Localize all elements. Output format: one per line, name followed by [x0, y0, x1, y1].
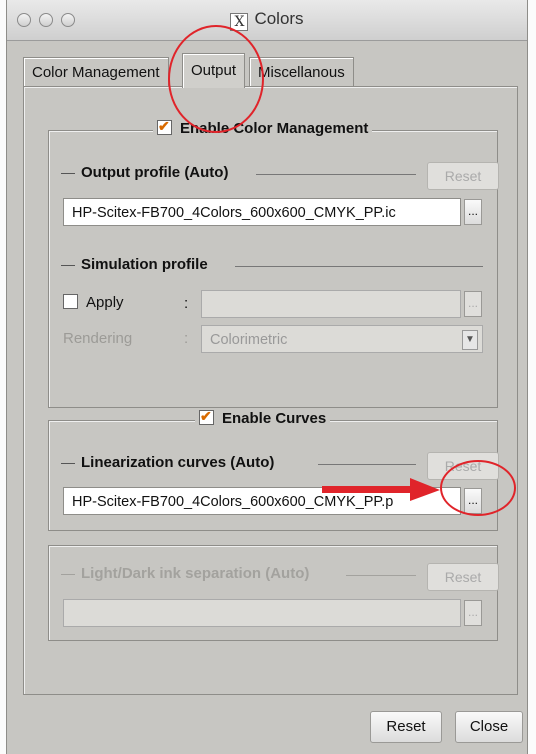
apply-checkbox[interactable]: Apply: [63, 294, 124, 311]
annotation-circle-browse: [440, 460, 516, 516]
output-profile-field[interactable]: HP-Scitex-FB700_4Colors_600x600_CMYK_PP.…: [63, 198, 461, 226]
tab-color-management[interactable]: Color Management: [23, 57, 169, 87]
output-tab-pane: Enable Color Management Output profile (…: [23, 86, 518, 695]
linearization-heading: Linearization curves (Auto): [61, 454, 274, 471]
ink-separation-label: Light/Dark ink separation (Auto): [81, 565, 310, 582]
title-bar: X Colors: [7, 0, 527, 41]
output-profile-reset-button[interactable]: Reset: [427, 162, 499, 190]
enable-color-management-check-icon[interactable]: [157, 118, 172, 135]
colors-dialog: X Colors Color Management Output Miscella…: [6, 0, 528, 754]
ink-separation-field[interactable]: [63, 599, 461, 627]
dropdown-arrow-icon: ▼: [462, 330, 478, 350]
close-button[interactable]: Close: [455, 711, 523, 743]
annotation-arrow: [322, 478, 440, 501]
ink-separation-group: Light/Dark ink separation (Auto) Reset .…: [48, 545, 499, 641]
apply-colon: :: [184, 295, 189, 312]
window-title-wrap: X Colors: [7, 9, 527, 31]
reset-button[interactable]: Reset: [370, 711, 442, 743]
rendering-label: Rendering: [63, 330, 133, 347]
linearization-label: Linearization curves (Auto): [81, 454, 275, 471]
enable-curves-check-icon[interactable]: [199, 408, 214, 425]
ink-separation-reset-button[interactable]: Reset: [427, 563, 499, 591]
enable-curves-checkbox[interactable]: Enable Curves: [195, 408, 331, 427]
enable-curves-label: Enable Curves: [222, 410, 327, 427]
output-profile-label: Output profile (Auto): [81, 164, 229, 181]
simulation-profile-field[interactable]: [201, 290, 461, 318]
curves-group: Enable Curves Linearization curves (Auto…: [48, 408, 499, 531]
rendering-value: Colorimetric: [210, 332, 288, 348]
divider: [318, 464, 416, 465]
rendering-colon: :: [184, 330, 189, 347]
ink-separation-heading: Light/Dark ink separation (Auto): [61, 565, 309, 582]
rendering-select[interactable]: Colorimetric ▼: [201, 325, 483, 353]
simulation-profile-browse-button[interactable]: ...: [464, 291, 482, 317]
apply-label: Apply: [86, 294, 124, 311]
divider: [256, 174, 416, 175]
tab-miscellanous[interactable]: Miscellanous: [249, 57, 354, 87]
divider: [346, 575, 416, 576]
apply-check-icon[interactable]: [63, 294, 78, 309]
divider: [235, 266, 483, 267]
output-profile-browse-button[interactable]: ...: [464, 199, 482, 225]
simulation-profile-label: Simulation profile: [81, 256, 208, 273]
enable-color-management-checkbox[interactable]: Enable Color Management: [153, 118, 373, 137]
window-title: Colors: [254, 9, 304, 28]
simulation-profile-heading: Simulation profile: [61, 256, 208, 273]
color-management-group: Enable Color Management Output profile (…: [48, 118, 499, 408]
ink-separation-browse-button[interactable]: ...: [464, 600, 482, 626]
tab-output[interactable]: Output: [182, 53, 246, 88]
output-profile-heading: Output profile (Auto): [61, 164, 228, 181]
